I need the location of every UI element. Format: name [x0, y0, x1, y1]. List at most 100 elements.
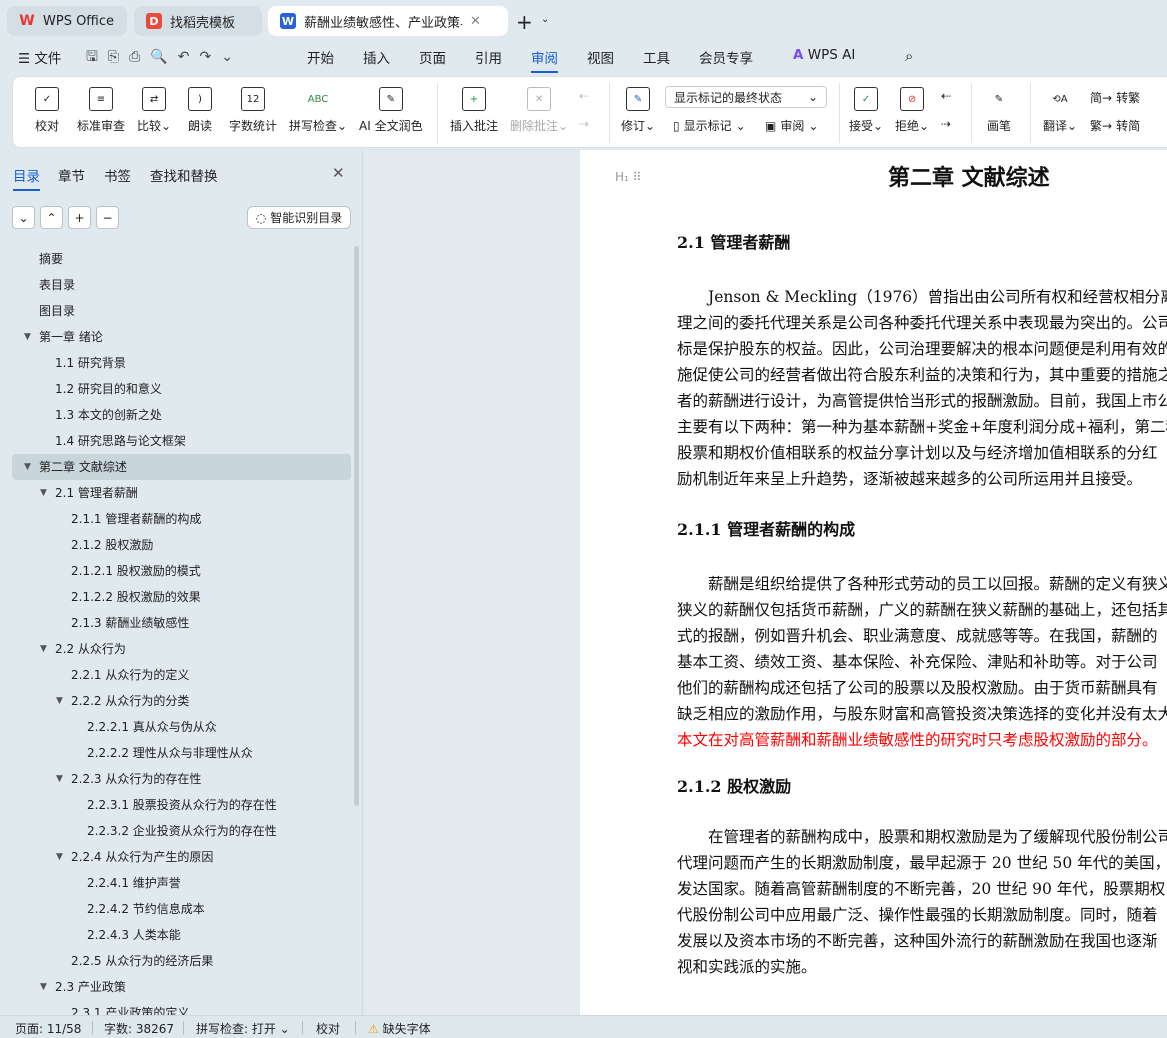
expand-arrow-icon[interactable]: ▼ — [40, 636, 47, 662]
insert-comment-button[interactable]: + 插入批注 — [450, 87, 498, 134]
add-heading-button[interactable]: + — [68, 206, 91, 229]
toc-item[interactable]: 1.3 本文的创新之处 — [12, 402, 351, 428]
file-menu[interactable]: ☰ 文件 — [18, 47, 61, 67]
ai-polish-button[interactable]: ✎ AI 全文润色 — [359, 87, 423, 134]
toc-item[interactable]: 2.2.5 从众行为的经济后果 — [12, 948, 351, 974]
chevron-down-icon[interactable]: ⌄ — [541, 14, 549, 25]
sidebar-tab-bookmarks[interactable]: 书签 — [104, 165, 131, 185]
toc-item[interactable]: 2.2.4.2 节约信息成本 — [12, 896, 351, 922]
menu-start[interactable]: 开始 — [307, 47, 334, 67]
toc-item[interactable]: ▼ 第二章 文献综述 — [12, 454, 351, 480]
menu-tools[interactable]: 工具 — [643, 47, 670, 67]
toc-item-label: 2.2.4 从众行为产生的原因 — [71, 850, 214, 864]
menu-insert[interactable]: 插入 — [363, 47, 390, 67]
tab-wps-office[interactable]: W WPS Office — [7, 6, 127, 36]
to-simplified-button[interactable]: 繁→ 转简 — [1090, 117, 1140, 134]
expand-arrow-icon[interactable]: ▼ — [56, 688, 63, 714]
menu-page[interactable]: 页面 — [419, 47, 446, 67]
toc-item[interactable]: 图目录 — [12, 298, 351, 324]
next-change-icon[interactable]: ⇢ — [941, 117, 951, 131]
to-traditional-button[interactable]: 简→ 转繁 — [1090, 89, 1140, 106]
expand-arrow-icon[interactable]: ▼ — [40, 974, 47, 1000]
paragraph-line: 理之间的委托代理关系是公司各种委托代理关系中表现最为突出的。公司 — [677, 314, 1167, 332]
accept-button[interactable]: ✓ 接受⌄ — [849, 87, 883, 134]
close-pane-icon[interactable]: ✕ — [332, 164, 345, 182]
toc-item[interactable]: ▼ 2.2 从众行为 — [12, 636, 351, 662]
tab-docer[interactable]: D 找稻壳模板 — [134, 6, 262, 36]
read-aloud-button[interactable]: ) 朗读 — [188, 87, 212, 134]
sidebar-tab-toc[interactable]: 目录 — [13, 165, 40, 191]
document-page[interactable]: H₁ ⠿ 第二章 文献综述 2.1 管理者薪酬 2.1.1 管理者薪酬的构成 2… — [580, 150, 1167, 1015]
toc-item[interactable]: 1.2 研究目的和意义 — [12, 376, 351, 402]
new-tab-icon[interactable]: + — [516, 10, 533, 34]
toc-item[interactable]: 2.2.4.1 维护声誉 — [12, 870, 351, 896]
proofread-status[interactable]: 校对 — [316, 1020, 340, 1037]
toc-item[interactable]: 1.1 研究背景 — [12, 350, 351, 376]
sidebar-tab-find-replace[interactable]: 查找和替换 — [150, 165, 218, 185]
quick-access-icons[interactable]: 🖫⎘⎙🔍↶↷⌄ — [86, 46, 243, 70]
expand-arrow-icon[interactable]: ▼ — [56, 844, 63, 870]
word-count[interactable]: 字数: 38267 — [104, 1020, 174, 1037]
review-pane-button[interactable]: ▣ 审阅 ⌄ — [765, 117, 818, 134]
standard-review-button[interactable]: ≡ 标准审查 — [77, 87, 125, 134]
menu-view[interactable]: 视图 — [587, 47, 614, 67]
menu-member[interactable]: 会员专享 — [699, 47, 753, 67]
toc-item[interactable]: ▼ 2.3 产业政策 — [12, 974, 351, 1000]
menu-review[interactable]: 审阅 — [531, 47, 558, 73]
translate-button[interactable]: ⟲A 翻译⌄ — [1043, 87, 1077, 134]
reject-button[interactable]: ⊘ 拒绝⌄ — [895, 87, 929, 134]
delete-comment-button[interactable]: ✕ 删除批注⌄ — [510, 87, 568, 134]
toc-item[interactable]: 1.4 研究思路与论文框架 — [12, 428, 351, 454]
spell-check-status[interactable]: 拼写检查: 打开 ⌄ — [196, 1020, 290, 1037]
toc-item[interactable]: 表目录 — [12, 272, 351, 298]
pen-button[interactable]: ✎ 画笔 — [987, 87, 1011, 134]
markup-mode-select[interactable]: 显示标记的最终状态 ⌄ — [665, 86, 827, 108]
page-count[interactable]: 页面: 11/58 — [15, 1020, 81, 1037]
search-icon[interactable]: ⌕ — [905, 47, 913, 65]
compare-button[interactable]: ⇄ 比较⌄ — [137, 87, 171, 134]
toc-item[interactable]: ▼ 2.1 管理者薪酬 — [12, 480, 351, 506]
toc-item[interactable]: 2.1.3 薪酬业绩敏感性 — [12, 610, 351, 636]
next-comment-icon[interactable]: ⇢ — [579, 117, 589, 131]
tab-document[interactable]: W薪酬业绩敏感性、产业政策与管✕ — [268, 6, 508, 36]
expand-arrow-icon[interactable]: ▼ — [40, 480, 47, 506]
missing-font-status[interactable]: ⚠ 缺失字体 — [368, 1020, 431, 1037]
toc-item[interactable]: 2.2.4.3 人类本能 — [12, 922, 351, 948]
collapse-up-button[interactable]: ⌃ — [40, 206, 63, 229]
toc-item[interactable]: 2.2.3.1 股票投资从众行为的存在性 — [12, 792, 351, 818]
toc-scrollbar[interactable] — [354, 246, 359, 806]
toc-item[interactable]: 2.2.1 从众行为的定义 — [12, 662, 351, 688]
toc-item[interactable]: ▼ 2.2.2 从众行为的分类 — [12, 688, 351, 714]
remove-heading-button[interactable]: − — [96, 206, 119, 229]
toc-item[interactable]: ▼ 第一章 绪论 — [12, 324, 351, 350]
expand-arrow-icon[interactable]: ▼ — [56, 766, 63, 792]
show-markup-button[interactable]: ▯ 显示标记 ⌄ — [673, 117, 746, 134]
toc-item[interactable]: ▼ 2.2.3 从众行为的存在性 — [12, 766, 351, 792]
toc-item[interactable]: 2.3.1 产业政策的定义 — [12, 1000, 351, 1016]
sidebar-tab-sections[interactable]: 章节 — [58, 165, 85, 185]
collapse-down-button[interactable]: ⌄ — [12, 206, 35, 229]
toc-item[interactable]: 2.1.2 股权激励 — [12, 532, 351, 558]
toc-item[interactable]: 2.2.2.1 真从众与伪从众 — [12, 714, 351, 740]
toc-item-label: 2.1.1 管理者薪酬的构成 — [71, 512, 202, 526]
smart-toc-button[interactable]: ◌ 智能识别目录 — [247, 206, 351, 229]
prev-comment-icon[interactable]: ⇠ — [579, 89, 589, 103]
expand-arrow-icon[interactable]: ▼ — [24, 324, 31, 350]
toc-item[interactable]: 2.2.2.2 理性从众与非理性从众 — [12, 740, 351, 766]
toc-item[interactable]: 2.2.3.2 企业投资从众行为的存在性 — [12, 818, 351, 844]
toc-item[interactable]: 2.1.2.1 股权激励的模式 — [12, 558, 351, 584]
revise-button[interactable]: ✎ 修订⌄ — [621, 87, 655, 134]
toc-item[interactable]: ▼ 2.2.4 从众行为产生的原因 — [12, 844, 351, 870]
toc-item[interactable]: 摘要 — [12, 246, 351, 272]
close-tab-icon[interactable]: ✕ — [470, 14, 481, 29]
toc-item[interactable]: 2.1.2.2 股权激励的效果 — [12, 584, 351, 610]
spell-check-button[interactable]: ABC 拼写检查⌄ — [289, 87, 347, 134]
wps-ai-button[interactable]: A WPS AI — [793, 47, 855, 63]
proofread-button[interactable]: ✓ 校对 — [35, 87, 59, 134]
word-count-button[interactable]: 12 字数统计 — [229, 87, 277, 134]
toc-item[interactable]: 2.1.1 管理者薪酬的构成 — [12, 506, 351, 532]
heading-drag-handle-icon[interactable]: H₁ ⠿ — [615, 170, 641, 184]
menu-reference[interactable]: 引用 — [475, 47, 502, 67]
expand-arrow-icon[interactable]: ▼ — [24, 454, 31, 480]
prev-change-icon[interactable]: ⇠ — [941, 89, 951, 103]
